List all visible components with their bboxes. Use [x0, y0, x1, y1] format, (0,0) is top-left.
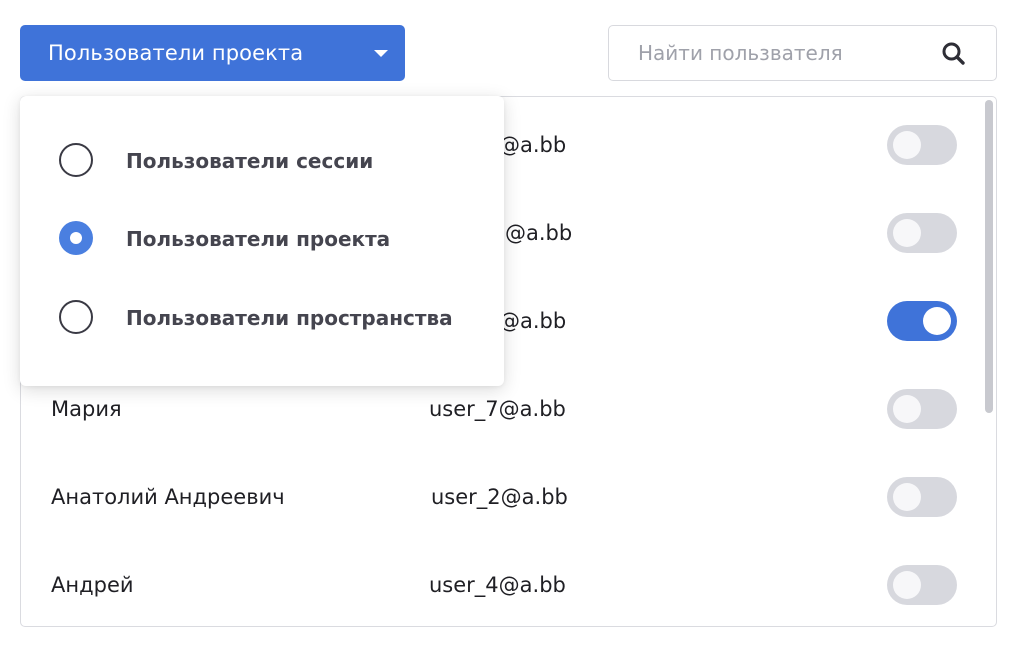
user-search-input[interactable]	[609, 25, 940, 81]
menu-option-label: Пользователи проекта	[126, 227, 391, 251]
search-icon[interactable]	[940, 40, 968, 68]
toggle-knob	[893, 219, 921, 247]
user-search-box	[608, 25, 997, 81]
radio-button[interactable]	[59, 300, 93, 334]
menu-option-label: Пользователи пространства	[126, 306, 453, 330]
user-access-toggle[interactable]	[887, 565, 957, 605]
user-email: @a.bb	[499, 133, 567, 157]
list-scrollbar[interactable]	[985, 100, 993, 413]
menu-option-session-users[interactable]: Пользователи сессии	[20, 131, 504, 191]
user-row: Анатолий Андреевич user_2@a.bb	[21, 453, 981, 541]
radio-button[interactable]	[59, 143, 93, 177]
toggle-knob	[923, 307, 951, 335]
user-access-toggle[interactable]	[887, 477, 957, 517]
user-selector-page: Пользователи проекта @a.bb @a.bb @a.bb М…	[0, 0, 1024, 652]
user-email: @a.bb	[505, 221, 573, 245]
menu-option-project-users[interactable]: Пользователи проекта	[20, 209, 504, 269]
user-name: Анатолий Андреевич	[51, 485, 285, 509]
user-scope-menu: Пользователи сессии Пользователи проекта…	[20, 96, 504, 386]
user-email: user_2@a.bb	[431, 485, 568, 509]
toggle-knob	[893, 571, 921, 599]
caret-down-icon	[374, 50, 388, 57]
user-name: Андрей	[51, 573, 134, 597]
radio-button-selected[interactable]	[59, 221, 93, 255]
user-access-toggle[interactable]	[887, 389, 957, 429]
user-access-toggle[interactable]	[887, 125, 957, 165]
toggle-knob	[893, 483, 921, 511]
user-scope-dropdown-button[interactable]: Пользователи проекта	[20, 25, 405, 81]
menu-option-space-users[interactable]: Пользователи пространства	[20, 288, 504, 348]
user-email: @a.bb	[499, 309, 567, 333]
user-row: Андрей user_4@a.bb	[21, 541, 981, 626]
user-access-toggle[interactable]	[887, 213, 957, 253]
toggle-knob	[893, 131, 921, 159]
toggle-knob	[893, 395, 921, 423]
dropdown-button-label: Пользователи проекта	[48, 41, 304, 65]
user-access-toggle[interactable]	[887, 301, 957, 341]
menu-option-label: Пользователи сессии	[126, 149, 374, 173]
user-email: user_4@a.bb	[429, 573, 566, 597]
